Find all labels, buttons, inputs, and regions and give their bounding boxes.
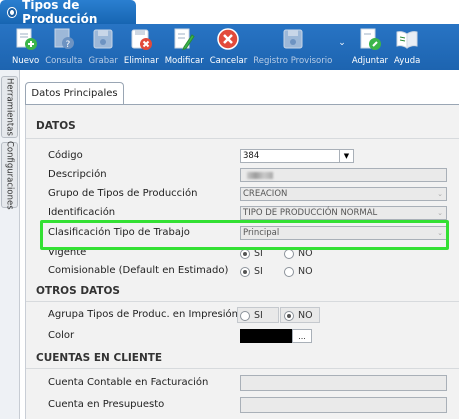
- grupo-label: Grupo de Tipos de Producción: [48, 188, 198, 199]
- facturacion-field[interactable]: [240, 375, 447, 391]
- radio-selected-icon: [240, 248, 250, 259]
- side-tab-bar: Herramientas Configuraciones: [0, 70, 20, 419]
- codigo-label: Código: [48, 150, 83, 161]
- toolbar: Nuevo ? Consulta Grabar Eliminar Modific…: [0, 24, 459, 70]
- help-button[interactable]: Ayuda: [394, 24, 420, 70]
- cancel-button[interactable]: Cancelar: [210, 24, 247, 70]
- radio-unselected-icon: [284, 248, 294, 259]
- color-picker-button[interactable]: ...: [292, 329, 312, 343]
- descripcion-label: Descripción: [48, 169, 107, 180]
- redacted-text: [247, 171, 273, 179]
- section-datos-heading: DATOS: [36, 120, 76, 132]
- form-panel: DATOS Código 384 ▼ Descripción Grupo de …: [25, 105, 459, 419]
- provisional-save-icon: [281, 27, 305, 51]
- presupuesto-field[interactable]: [240, 397, 447, 413]
- side-tab-settings[interactable]: Configuraciones: [1, 141, 18, 209]
- window-status-icon: [8, 7, 17, 17]
- chevron-down-icon: ⌄: [437, 190, 443, 198]
- grupo-select[interactable]: CREACION ⌄: [240, 187, 447, 201]
- edit-button[interactable]: Modificar: [165, 24, 204, 70]
- highlight-box: [40, 220, 449, 250]
- help-book-icon: [395, 27, 419, 51]
- radio-selected-icon: [240, 266, 250, 277]
- section-cuentas-heading: CUENTAS EN CLIENTE: [36, 352, 163, 364]
- query-icon: ?: [52, 27, 76, 51]
- divider: [26, 138, 459, 139]
- edit-icon: [172, 27, 196, 51]
- cancel-icon: [216, 27, 240, 51]
- descripcion-field[interactable]: [240, 168, 447, 182]
- new-button[interactable]: Nuevo: [12, 24, 39, 70]
- chevron-down-icon[interactable]: ▼: [339, 150, 353, 162]
- section-otros-heading: OTROS DATOS: [36, 285, 120, 297]
- window-title: Tipos de Producción: [22, 0, 98, 26]
- agrupa-no-radio[interactable]: NO: [284, 310, 313, 321]
- comisionable-si-radio[interactable]: SI: [240, 266, 263, 277]
- radio-selected-icon: [284, 310, 294, 321]
- presupuesto-label: Cuenta en Presupuesto: [48, 399, 165, 410]
- provisional-save-button[interactable]: Registro Provisorio: [253, 24, 332, 70]
- attach-button[interactable]: Adjuntar: [352, 24, 388, 70]
- divider: [26, 368, 459, 369]
- color-label: Color: [48, 330, 75, 341]
- new-record-icon: [14, 27, 38, 51]
- chevron-down-icon: ⌄: [437, 209, 443, 217]
- comisionable-no-radio[interactable]: NO: [284, 266, 313, 277]
- identificacion-label: Identificación: [48, 207, 116, 218]
- window-title-tab[interactable]: Tipos de Producción: [0, 0, 136, 26]
- delete-button[interactable]: Eliminar: [124, 24, 159, 70]
- comisionable-label: Comisionable (Default en Estimado): [48, 265, 229, 276]
- radio-unselected-icon: [240, 310, 250, 321]
- color-swatch[interactable]: [240, 329, 292, 343]
- radio-unselected-icon: [284, 266, 294, 277]
- agrupa-si-radio[interactable]: SI: [240, 310, 263, 321]
- toolbar-overflow-icon[interactable]: ⌄: [338, 38, 346, 48]
- agrupa-label: Agrupa Tipos de Produc. en Impresión: [48, 309, 239, 320]
- svg-text:?: ?: [65, 40, 70, 50]
- query-button[interactable]: ? Consulta: [45, 24, 82, 70]
- delete-icon: [129, 27, 153, 51]
- save-icon: [91, 27, 115, 51]
- identificacion-select[interactable]: TIPO DE PRODUCCIÓN NORMAL ⌄: [240, 206, 447, 220]
- side-tab-tools[interactable]: Herramientas: [1, 76, 18, 138]
- facturacion-label: Cuenta Contable en Facturación: [48, 377, 209, 388]
- save-button[interactable]: Grabar: [88, 24, 118, 70]
- divider: [26, 301, 459, 302]
- tab-datos-principales[interactable]: Datos Principales: [25, 82, 124, 104]
- codigo-combo[interactable]: 384 ▼: [240, 149, 354, 163]
- attach-icon: [358, 27, 382, 51]
